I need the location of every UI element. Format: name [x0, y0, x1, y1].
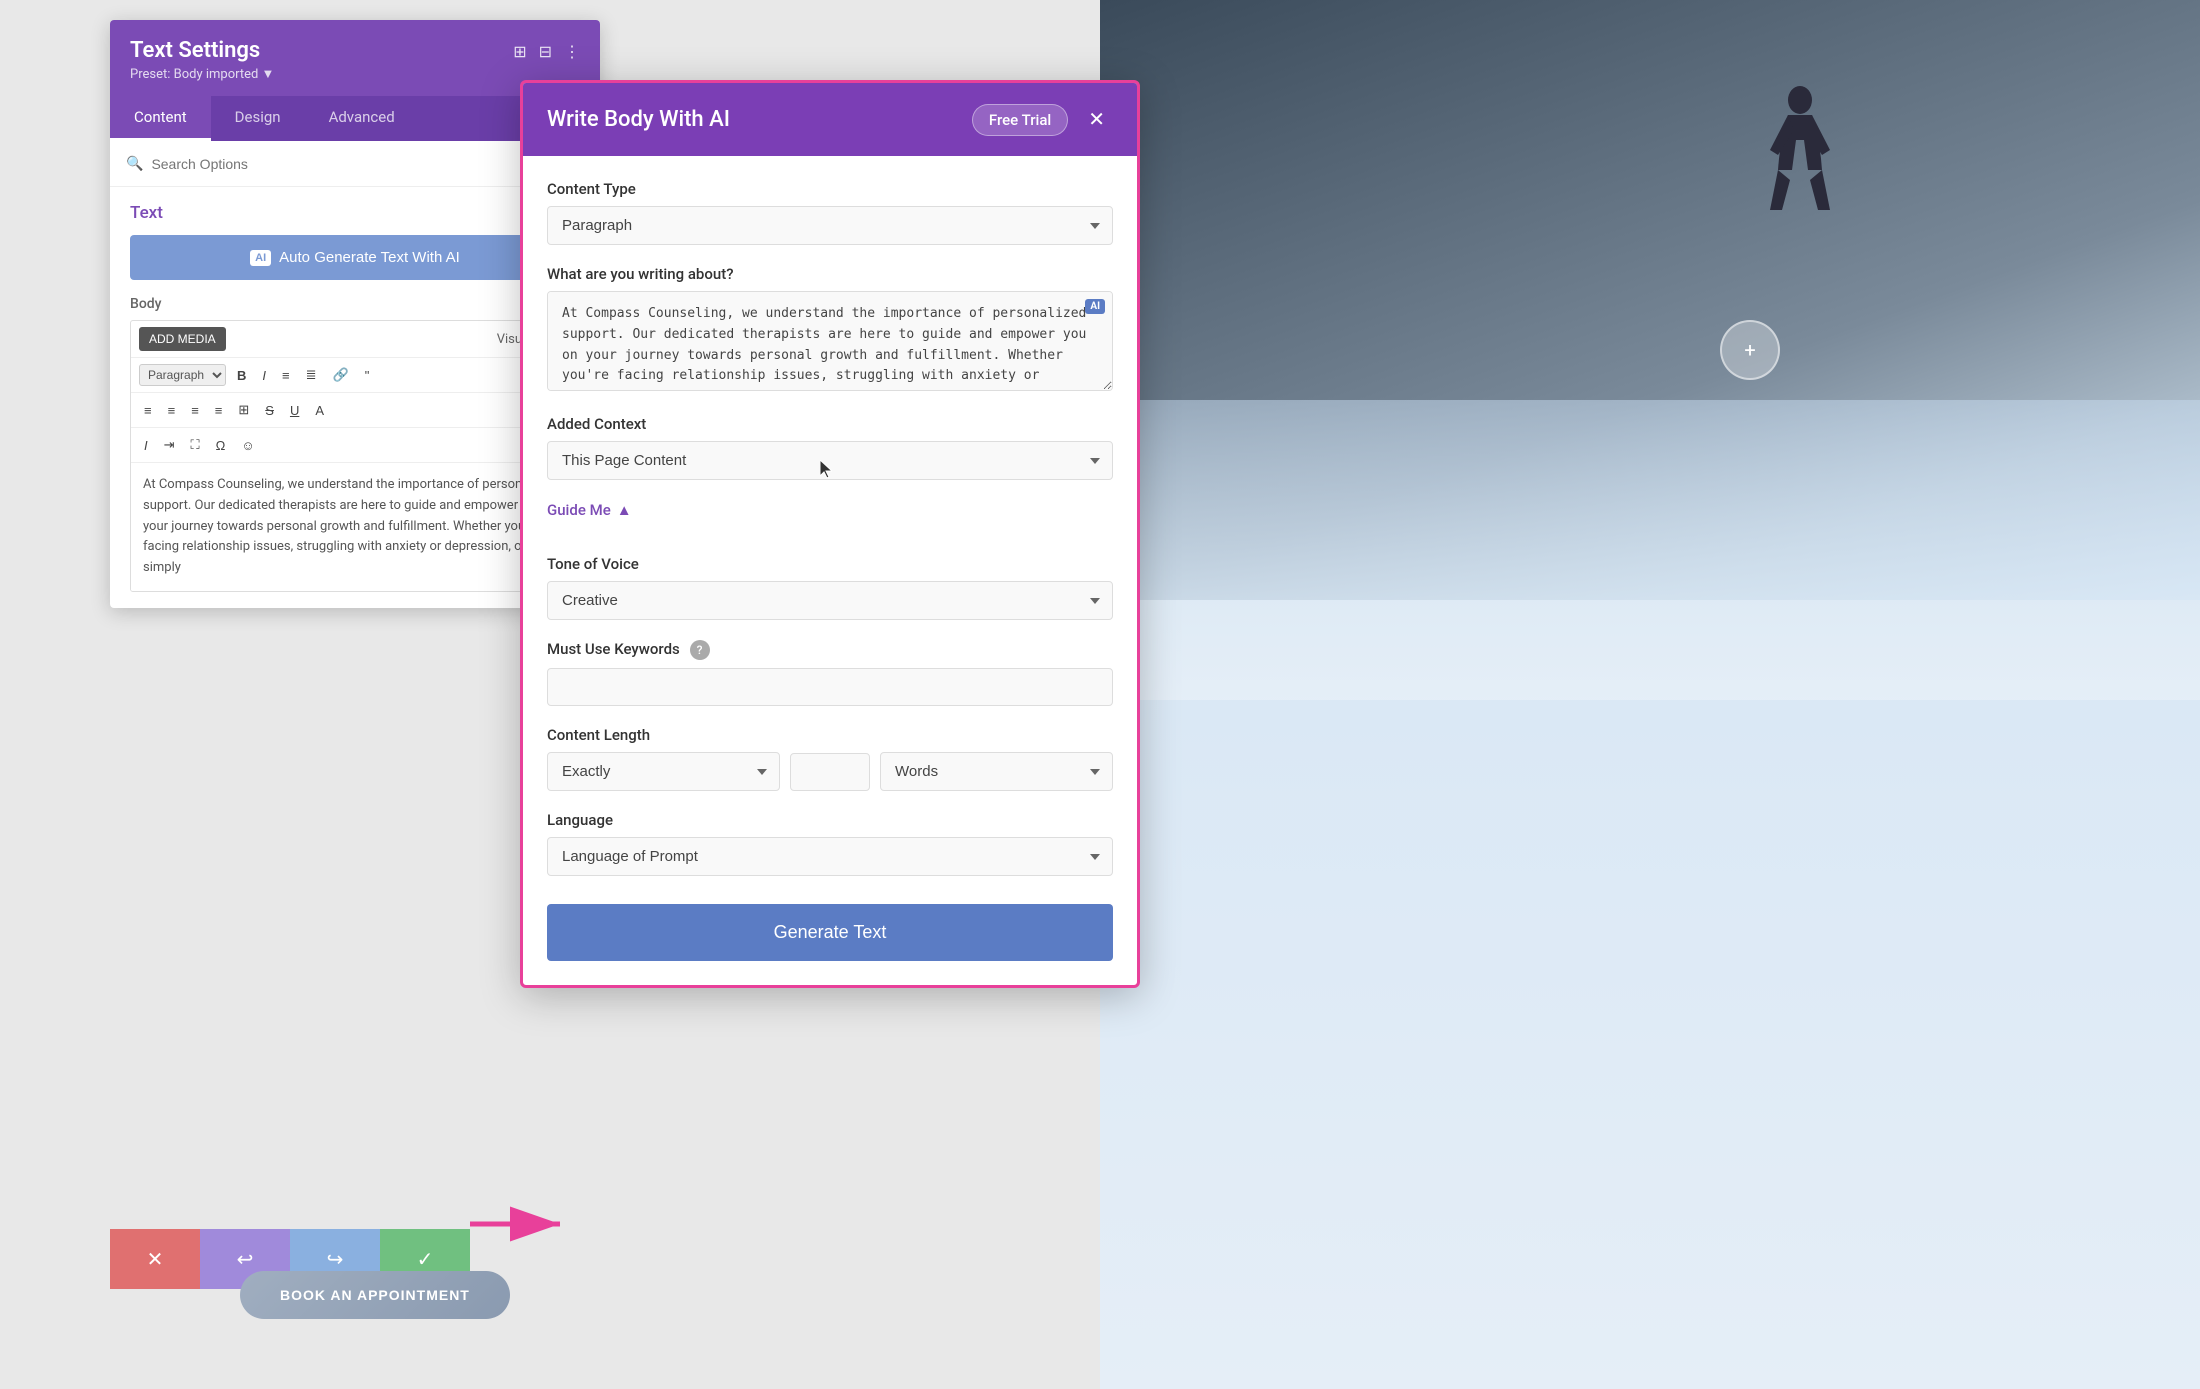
writing-about-textarea[interactable]: At Compass Counseling, we understand the…: [547, 291, 1113, 391]
columns-icon[interactable]: ⊟: [539, 42, 552, 61]
strikethrough-button[interactable]: S: [260, 400, 279, 421]
tone-select[interactable]: Creative Professional Casual Formal: [547, 581, 1113, 620]
length-unit-select[interactable]: Words Sentences Paragraphs: [880, 752, 1113, 791]
toolbar-row-4: I ⇥ ⛶ Ω ☺: [131, 428, 579, 463]
expand-icon[interactable]: ⊞: [513, 42, 526, 61]
toolbar-row-3: ≡ ≡ ≡ ≡ ⊞ S U A: [131, 393, 579, 428]
editor-content[interactable]: At Compass Counseling, we understand the…: [131, 463, 579, 591]
quote-button[interactable]: ": [360, 365, 375, 386]
content-length-label: Content Length: [547, 726, 1113, 744]
toolbar-row-1: ADD MEDIA Visual Text: [131, 321, 579, 358]
align-right-button[interactable]: ≡: [186, 400, 204, 421]
indent-button[interactable]: ⇥: [159, 434, 180, 456]
table-button[interactable]: ⊞: [233, 399, 254, 421]
modal-header-right: Free Trial ✕: [972, 103, 1113, 136]
ai-generate-label: Auto Generate Text With AI: [279, 249, 460, 266]
paragraph-select[interactable]: Paragraph: [139, 364, 226, 386]
ai-generate-button[interactable]: AI Auto Generate Text With AI: [130, 235, 580, 280]
textarea-wrapper: At Compass Counseling, we understand the…: [547, 291, 1113, 395]
language-select[interactable]: Language of Prompt English Spanish: [547, 837, 1113, 876]
panel-title: Text Settings: [130, 38, 274, 63]
special-char-button[interactable]: Ω: [211, 435, 231, 456]
keywords-group: Must Use Keywords ?: [547, 640, 1113, 706]
ordered-list-button[interactable]: ≣: [301, 364, 322, 386]
emoji-button[interactable]: ☺: [236, 435, 259, 456]
ai-badge: AI: [250, 250, 271, 266]
editor-toolbar: ADD MEDIA Visual Text Paragraph B I ≡ ≣ …: [130, 320, 580, 592]
tab-design[interactable]: Design: [211, 96, 305, 141]
tone-group: Tone of Voice Creative Professional Casu…: [547, 555, 1113, 620]
tone-label: Tone of Voice: [547, 555, 1113, 573]
added-context-group: Added Context This Page Content None: [547, 415, 1113, 480]
more-icon[interactable]: ⋮: [564, 42, 580, 61]
italic2-button[interactable]: I: [139, 435, 153, 456]
search-icon: 🔍: [126, 156, 143, 172]
content-type-group: Content Type Paragraph List Heading: [547, 180, 1113, 245]
cancel-button[interactable]: ✕: [110, 1229, 200, 1289]
background-scene: +: [1100, 0, 2200, 1389]
writing-about-label: What are you writing about?: [547, 265, 1113, 283]
arrow-indicator: [460, 1194, 580, 1269]
guide-me-icon: ▲: [617, 501, 632, 519]
free-trial-badge: Free Trial: [972, 104, 1068, 136]
panel-subtitle: Preset: Body imported ▼: [130, 66, 274, 82]
align-center-button[interactable]: ≡: [163, 400, 181, 421]
underline-button[interactable]: U: [285, 400, 304, 421]
content-type-select[interactable]: Paragraph List Heading: [547, 206, 1113, 245]
align-left-button[interactable]: ≡: [139, 400, 157, 421]
modal-header: Write Body With AI Free Trial ✕: [523, 83, 1137, 156]
modal-body: Content Type Paragraph List Heading What…: [523, 156, 1137, 985]
color-button[interactable]: A: [310, 400, 329, 421]
link-button[interactable]: 🔗: [328, 364, 354, 386]
justify-button[interactable]: ≡: [210, 400, 228, 421]
generate-text-button[interactable]: Generate Text: [547, 904, 1113, 961]
mountain-bottom: [1100, 700, 2200, 1389]
bold-button[interactable]: B: [232, 365, 251, 386]
language-group: Language Language of Prompt English Span…: [547, 811, 1113, 876]
add-media-button[interactable]: ADD MEDIA: [139, 327, 226, 351]
length-type-select[interactable]: Exactly At Least At Most: [547, 752, 780, 791]
section-title: Text: [130, 203, 163, 223]
search-input[interactable]: [151, 156, 513, 172]
tab-content[interactable]: Content: [110, 96, 211, 141]
keywords-help-icon[interactable]: ?: [690, 640, 710, 660]
content-type-label: Content Type: [547, 180, 1113, 198]
book-appointment-button[interactable]: BOOK AN APPOINTMENT: [240, 1271, 510, 1319]
length-number-input[interactable]: #: [790, 753, 870, 791]
panel-header-icons: ⊞ ⊟ ⋮: [513, 42, 580, 61]
circular-button[interactable]: +: [1720, 320, 1780, 380]
tab-advanced[interactable]: Advanced: [305, 96, 419, 141]
fullscreen-button[interactable]: ⛶: [186, 434, 205, 456]
guide-me-label: Guide Me: [547, 501, 611, 519]
modal-title: Write Body With AI: [547, 107, 730, 132]
content-length-group: Content Length Exactly At Least At Most …: [547, 726, 1113, 791]
added-context-select[interactable]: This Page Content None: [547, 441, 1113, 480]
guide-me-link[interactable]: Guide Me ▲: [547, 501, 632, 519]
modal-close-button[interactable]: ✕: [1080, 103, 1113, 136]
section-header: Text ▲ ⋮: [130, 203, 580, 223]
ai-corner-badge: AI: [1085, 299, 1105, 314]
writing-about-group: What are you writing about? At Compass C…: [547, 265, 1113, 395]
italic-button[interactable]: I: [257, 365, 271, 386]
toolbar-row-2: Paragraph B I ≡ ≣ 🔗 ": [131, 358, 579, 393]
keywords-input[interactable]: [547, 668, 1113, 706]
person-silhouette: [1760, 80, 1840, 260]
content-length-row: Exactly At Least At Most # Words Sentenc…: [547, 752, 1113, 791]
unordered-list-button[interactable]: ≡: [277, 365, 295, 386]
ai-modal: Write Body With AI Free Trial ✕ Content …: [520, 80, 1140, 988]
language-label: Language: [547, 811, 1113, 829]
added-context-label: Added Context: [547, 415, 1113, 433]
guide-me-group: Guide Me ▲: [547, 500, 1113, 535]
keywords-label: Must Use Keywords ?: [547, 640, 1113, 660]
body-label: Body: [130, 296, 580, 312]
